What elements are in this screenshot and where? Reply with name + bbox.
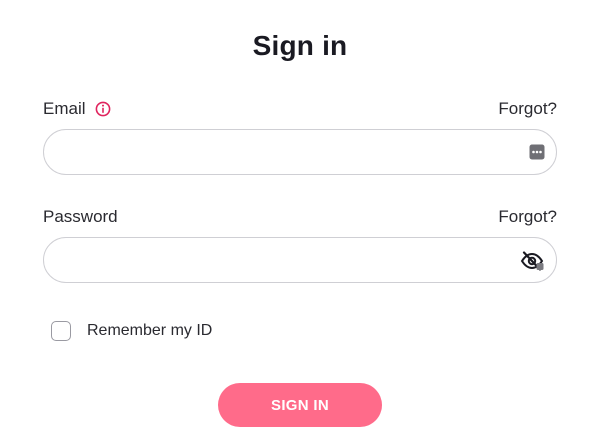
sign-in-button[interactable]: SIGN IN — [218, 383, 382, 427]
email-label-row: Email Forgot? — [43, 98, 557, 120]
eye-slash-icon[interactable] — [520, 250, 544, 272]
password-label-row: Password Forgot? — [43, 206, 557, 228]
password-field-container — [43, 237, 557, 283]
page-title: Sign in — [252, 30, 348, 61]
remember-me-checkbox[interactable] — [51, 321, 71, 341]
email-field-container — [43, 129, 557, 175]
remember-me-label[interactable]: Remember my ID — [87, 322, 212, 340]
email-label: Email — [43, 99, 86, 118]
email-label-group: Email — [43, 99, 111, 119]
info-icon[interactable] — [95, 101, 111, 117]
email-input[interactable] — [62, 130, 502, 174]
forgot-password-link[interactable]: Forgot? — [498, 207, 557, 227]
remember-me-row: Remember my ID — [51, 321, 212, 341]
password-label: Password — [43, 207, 118, 226]
sign-in-page: Sign in Email Forgot? Password Forgot? R… — [0, 0, 600, 445]
forgot-email-link[interactable]: Forgot? — [498, 99, 557, 119]
password-manager-icon[interactable] — [528, 143, 546, 161]
password-input[interactable] — [62, 238, 502, 282]
